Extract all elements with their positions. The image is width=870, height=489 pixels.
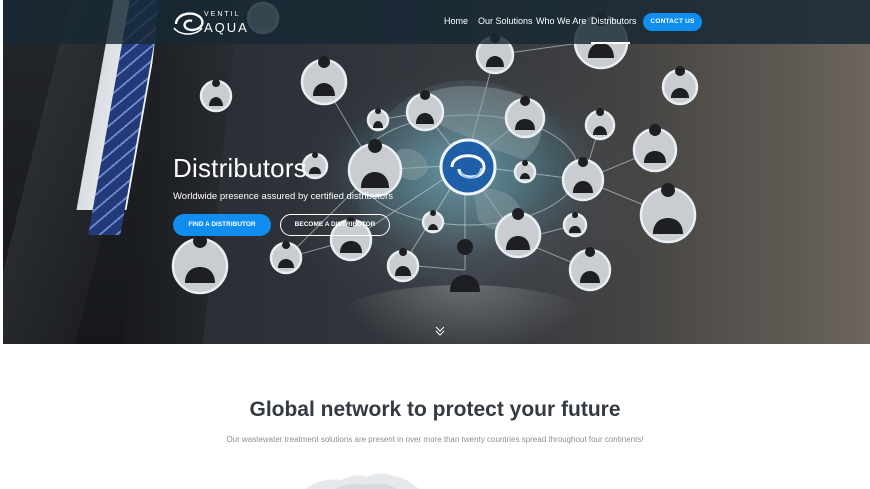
nav-item-who-we-are[interactable]: Who We Are (536, 16, 586, 26)
section-subtitle: Our wastewater treatment solutions are p… (226, 435, 644, 444)
brand-name: AQUA (204, 20, 249, 35)
center-logo-node (439, 138, 497, 196)
scroll-down-chevrons-icon[interactable] (433, 324, 447, 338)
hero-title: Distributors (173, 153, 307, 183)
section-title-rest: to protect your future (401, 398, 621, 421)
nav-item-distributors[interactable]: Distributors (591, 16, 637, 26)
nav-item-home[interactable]: Home (444, 16, 468, 26)
world-map-preview (305, 473, 419, 489)
find-distributor-button[interactable]: FIND A DISTRIBUTOR (173, 214, 271, 236)
section-title: Global network to protect your future (0, 398, 870, 422)
brand-top-word: VENTIL (204, 11, 241, 18)
hero-banner (3, 0, 870, 344)
network-illustration (171, 1, 699, 295)
hero-subtitle: Worldwide presence assured by certified … (173, 191, 394, 202)
section-title-bold: Global network (249, 398, 402, 421)
nav-active-indicator (591, 42, 630, 44)
contact-us-button[interactable]: CONTACT US (643, 13, 702, 31)
become-distributor-button[interactable]: BECOME A DISTRIBUTOR (280, 214, 390, 236)
nav-item-our-solutions[interactable]: Our Solutions (478, 16, 533, 26)
top-navigation-bar (3, 0, 870, 44)
